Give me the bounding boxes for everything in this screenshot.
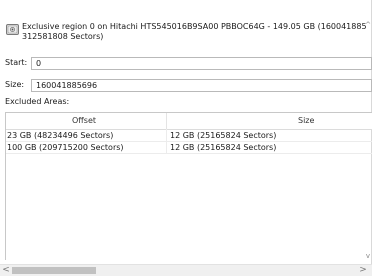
column-separator [166, 129, 167, 154]
horizontal-scrollbar[interactable]: < > [0, 264, 372, 276]
row-size: 12 GB (25165824 Sectors) [170, 143, 277, 152]
excluded-areas-label: Excluded Areas: [5, 97, 70, 106]
region-header: Exclusive region 0 on Hitachi HTS545016B… [22, 22, 366, 42]
start-field[interactable]: 0 [31, 57, 372, 70]
column-header-size[interactable]: Size [298, 116, 314, 126]
size-field[interactable]: 160041885696 [31, 79, 372, 92]
region-properties-panel: Exclusive region 0 on Hitachi HTS545016B… [0, 0, 372, 276]
column-divider[interactable] [166, 113, 167, 129]
scroll-left-arrow-icon[interactable]: < [1, 265, 11, 276]
disk-icon [6, 23, 19, 36]
start-label: Start: [5, 58, 28, 67]
region-title: Exclusive region 0 on Hitachi HTS545016B… [22, 22, 366, 31]
row-offset: 100 GB (209715200 Sectors) [7, 143, 124, 152]
scroll-down-arrow-icon[interactable]: v [364, 251, 372, 261]
table-row[interactable]: 23 GB (48234496 Sectors) 12 GB (25165824… [6, 130, 372, 141]
row-size: 12 GB (25165824 Sectors) [170, 131, 277, 140]
row-divider [6, 153, 372, 154]
scroll-up-arrow-icon[interactable]: ^ [364, 20, 372, 30]
excluded-areas-table: Offset Size 23 GB (48234496 Sectors) 12 … [5, 112, 372, 260]
scroll-right-arrow-icon[interactable]: > [358, 265, 368, 276]
table-row[interactable]: 100 GB (209715200 Sectors) 12 GB (251658… [6, 142, 372, 153]
row-offset: 23 GB (48234496 Sectors) [7, 131, 114, 140]
column-header-offset[interactable]: Offset [72, 116, 96, 126]
scrollbar-thumb[interactable] [12, 267, 96, 274]
size-label: Size: [5, 80, 25, 89]
table-header: Offset Size [6, 113, 372, 130]
region-subtitle: 312581808 Sectors) [22, 32, 104, 41]
